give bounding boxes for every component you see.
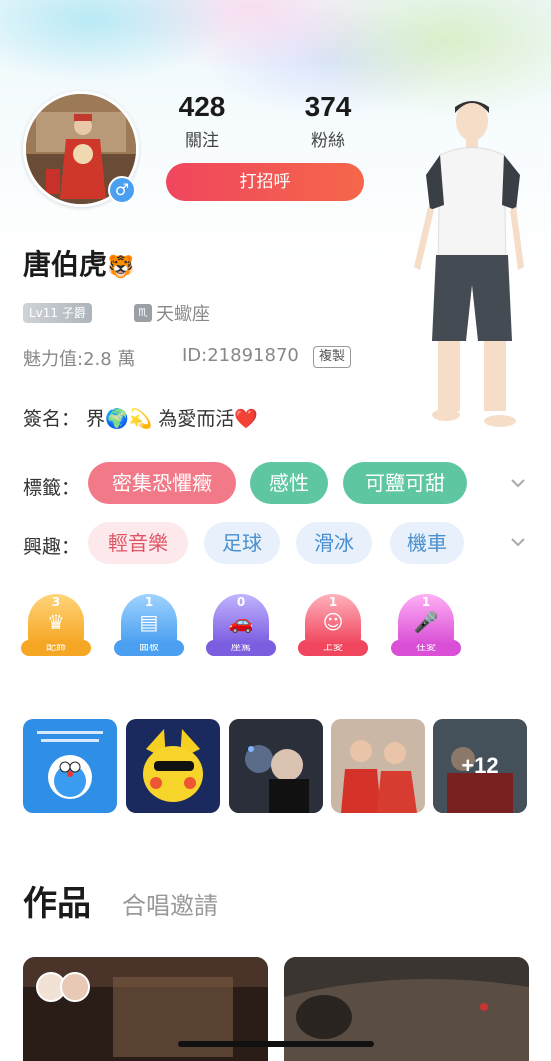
badge-panel[interactable]: 1 ▤ 面板 [113,594,185,656]
zodiac-label: 天蠍座 [156,304,210,325]
microphone-icon: 🎤 [413,610,439,634]
photo-thumbnail-more[interactable]: +12 [433,719,527,813]
tag-item[interactable]: 感性 [250,462,328,504]
zodiac-icon: ♏ [134,304,152,322]
photo-thumbnail[interactable] [23,719,117,813]
crown-icon: ♛ [47,610,65,634]
badge-in-love[interactable]: 1 🎤 在愛 [390,594,462,656]
avatar-character[interactable] [400,95,540,440]
male-icon: ♂ [108,176,136,204]
tab-chorus-invite[interactable]: 合唱邀請 [122,886,218,921]
tab-works[interactable]: 作品 [23,876,91,925]
interest-item[interactable]: 滑冰 [296,522,372,564]
fans-label[interactable]: 粉絲 [283,126,373,151]
user-id: ID:21891870 [182,345,299,366]
more-photos-count: +12 [461,753,499,778]
interest-item[interactable]: 輕音樂 [88,522,188,564]
interest-item[interactable]: 足球 [204,522,280,564]
tags-label: 標籤： [23,477,81,499]
home-indicator [178,1041,374,1047]
interest-item[interactable]: 機車 [390,522,464,564]
person-icon: ☺ [322,610,344,634]
tiger-emoji: 🐯 [107,255,135,280]
badge-accessories[interactable]: 3 ♛ 配飾 [20,594,92,656]
interests-label: 興趣： [23,536,81,558]
copy-id-button[interactable]: 複製 [313,346,352,368]
greet-button[interactable]: 打招呼 [166,163,364,201]
profile-name: 唐伯虎🐯 [23,248,135,281]
badge-vehicle[interactable]: 0 🚗 座駕 [205,594,277,656]
photo-thumbnail[interactable] [126,719,220,813]
badge-love-up[interactable]: 1 ☺ 上愛 [297,594,369,656]
chevron-down-icon[interactable] [510,474,526,493]
photo-thumbnail[interactable] [331,719,425,813]
tag-item[interactable]: 可鹽可甜 [343,462,467,504]
signature: 簽名： 界🌍💫 為愛而活❤️ [23,408,259,430]
photo-thumbnail[interactable] [229,719,323,813]
following-label[interactable]: 關注 [157,126,247,151]
chevron-down-icon[interactable] [510,533,526,552]
car-icon: 🚗 [228,610,254,634]
charm-value: 魅力值:2.8 萬 [23,349,136,370]
panel-icon: ▤ [139,610,159,634]
tag-item[interactable]: 密集恐懼癥 [88,462,236,504]
following-count[interactable]: 428 [157,91,247,123]
level-badge[interactable]: Lv11 子爵 [23,303,92,323]
fans-count[interactable]: 374 [283,91,373,123]
